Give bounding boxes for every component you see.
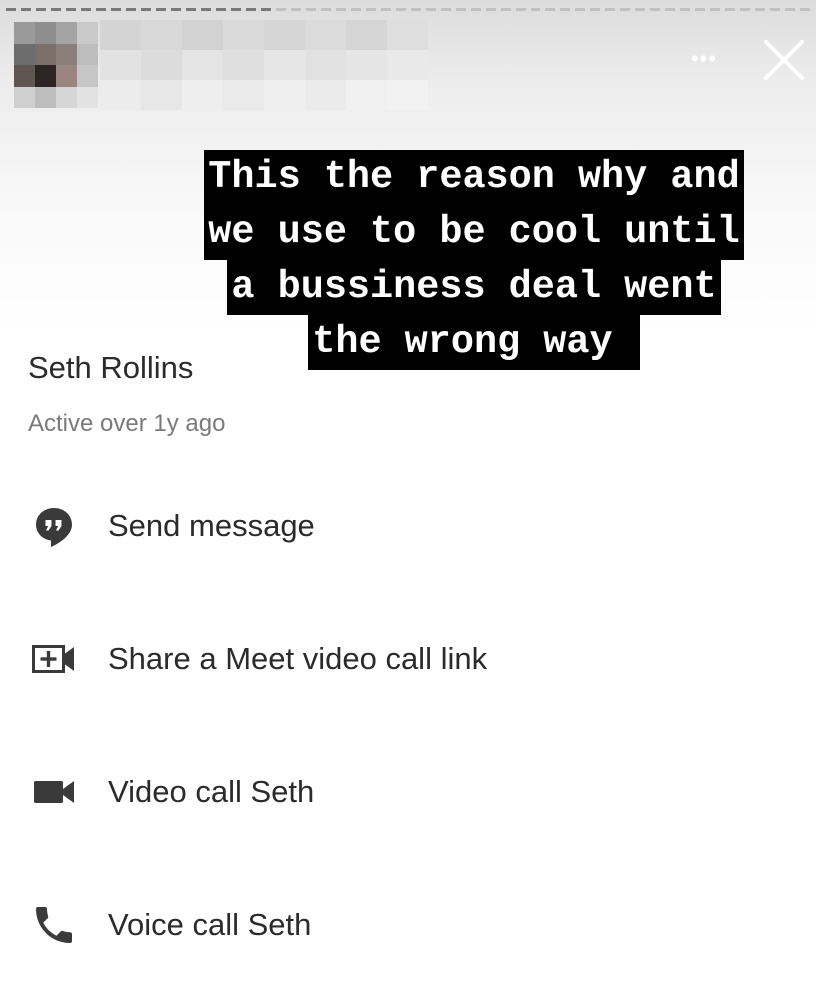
story-progress-segment — [545, 8, 811, 11]
contact-status: Active over 1y ago — [28, 410, 226, 437]
story-progress-segment — [275, 8, 541, 11]
send-message-label: Send message — [108, 508, 315, 543]
caption-line: This the reason why and — [204, 150, 744, 205]
avatar[interactable] — [14, 22, 98, 108]
voice-call-button[interactable]: Voice call Seth — [0, 885, 816, 965]
share-meet-link-button[interactable]: Share a Meet video call link — [0, 619, 816, 699]
video-call-label: Video call Seth — [108, 774, 315, 809]
caption-line: a bussiness deal went — [227, 260, 721, 315]
phone-icon — [30, 901, 78, 949]
share-meet-link-label: Share a Meet video call link — [108, 641, 488, 676]
meet-add-icon — [30, 635, 78, 683]
more-dots-icon[interactable]: ••• — [684, 44, 724, 74]
story-progress-bar — [6, 8, 811, 11]
video-call-button[interactable]: Video call Seth — [0, 752, 816, 832]
story-caption: This the reason why and we use to be coo… — [132, 150, 816, 370]
close-icon[interactable] — [760, 36, 808, 84]
send-message-button[interactable]: Send message — [0, 486, 816, 566]
message-bubble-icon — [30, 502, 78, 550]
story-progress-segment — [6, 8, 271, 11]
voice-call-label: Voice call Seth — [108, 907, 312, 942]
video-camera-icon — [30, 768, 78, 816]
username-blurred — [100, 20, 428, 110]
caption-line: the wrong way — [308, 315, 640, 370]
caption-line: we use to be cool until — [204, 205, 744, 260]
